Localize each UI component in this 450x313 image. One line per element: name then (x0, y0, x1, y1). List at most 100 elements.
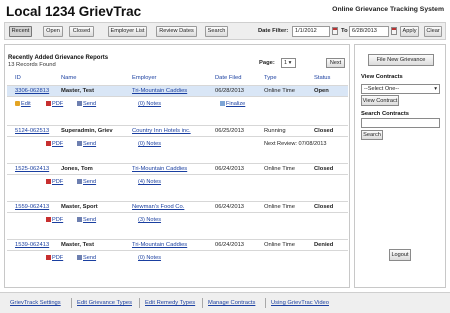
app-subtitle: Online Grievance Tracking System (332, 6, 444, 13)
report-id-link[interactable]: 1539-062413 (15, 242, 49, 248)
reports-heading: Recently Added Grievance Reports (8, 55, 109, 61)
logout-button[interactable]: Logout (389, 249, 411, 261)
send-link[interactable]: Send (77, 101, 96, 107)
grievance-type: Online Time (264, 204, 295, 210)
send-link[interactable]: Send (77, 141, 96, 147)
grievant-name: Master, Sport (61, 204, 98, 210)
grievant-name: Superadmin, Griev (61, 128, 113, 134)
footer-divider (202, 298, 203, 308)
notes-link[interactable]: (4) Notes (138, 179, 161, 185)
employer-link[interactable]: Tri-Mountain Caddies (132, 242, 187, 248)
toolbar: Recent Open Closed Employer List Review … (4, 22, 446, 40)
date-filed: 06/24/2013 (215, 204, 245, 210)
pdf-icon (46, 101, 51, 106)
employer-list-button[interactable]: Employer List (108, 26, 147, 37)
date-filed: 06/28/2013 (215, 88, 245, 94)
pdf-link[interactable]: PDF (46, 255, 63, 261)
table-row[interactable]: 1559-062413 Master, Sport Newman's Food … (7, 201, 348, 213)
sidebar: File New Grievance View Contracts --Sele… (354, 44, 446, 288)
footer-link-settings[interactable]: GrievTrack Settings (10, 300, 61, 306)
footer-divider (265, 298, 266, 308)
row-actions: Edit PDF Send (0) Notes Finalize (7, 99, 348, 111)
apply-button[interactable]: Apply (400, 26, 419, 37)
date-filed: 06/24/2013 (215, 242, 245, 248)
file-new-grievance-button[interactable]: File New Grievance (368, 54, 434, 66)
search-contracts-button[interactable]: Search (361, 130, 383, 140)
send-link[interactable]: Send (77, 179, 96, 185)
pdf-link[interactable]: PDF (46, 101, 63, 107)
pdf-icon (46, 255, 51, 260)
app-title: Local 1234 GrievTrac (6, 4, 142, 19)
calendar-icon[interactable] (391, 27, 397, 35)
grievance-type: Online Time (264, 88, 295, 94)
pdf-icon (46, 141, 51, 146)
from-date-input[interactable]: 1/1/2012 (292, 26, 330, 37)
report-id-link[interactable]: 3306-062813 (15, 88, 49, 94)
report-id-link[interactable]: 5124-062513 (15, 128, 49, 134)
pdf-link[interactable]: PDF (46, 217, 63, 223)
review-dates-button[interactable]: Review Dates (156, 26, 197, 37)
column-header-type[interactable]: Type (264, 75, 277, 81)
grievant-name: Jones, Tom (61, 166, 93, 172)
send-icon (77, 179, 82, 184)
table-row[interactable]: 3306-062813 Master, Test Tri-Mountain Ca… (7, 85, 348, 97)
employer-link[interactable]: Country Inn Hotels inc. (132, 128, 191, 134)
contract-select[interactable]: --Select One-- ▾ (361, 84, 440, 94)
table-row[interactable]: 1525-062413 Jones, Tom Tri-Mountain Cadd… (7, 163, 348, 175)
column-header-date-filed[interactable]: Date Filed (215, 75, 241, 81)
footer-link-remedy-types[interactable]: Edit Remedy Types (145, 300, 195, 306)
status-badge: Open (314, 88, 329, 94)
send-link[interactable]: Send (77, 255, 96, 261)
next-button[interactable]: Next (326, 58, 345, 68)
column-header-name[interactable]: Name (61, 75, 76, 81)
row-actions: PDF Send (4) Notes (7, 177, 348, 189)
employer-link[interactable]: Tri-Mountain Caddies (132, 166, 187, 172)
search-contracts-input[interactable] (361, 118, 440, 128)
recent-button[interactable]: Recent (9, 26, 32, 37)
send-icon (77, 101, 82, 106)
notes-link[interactable]: (0) Notes (138, 255, 161, 261)
closed-button[interactable]: Closed (69, 26, 94, 37)
search-button[interactable]: Search (205, 26, 228, 37)
notes-link[interactable]: (3) Notes (138, 217, 161, 223)
finalize-link[interactable]: Finalize (220, 101, 245, 107)
search-contracts-label: Search Contracts (361, 111, 410, 117)
calendar-icon[interactable] (332, 27, 338, 35)
view-contracts-label: View Contracts (361, 74, 403, 80)
chevron-down-icon: ▾ (434, 86, 437, 92)
grievance-type: Running (264, 128, 286, 134)
employer-link[interactable]: Tri-Mountain Caddies (132, 88, 187, 94)
footer-link-grievance-types[interactable]: Edit Grievance Types (77, 300, 132, 306)
pdf-link[interactable]: PDF (46, 141, 63, 147)
footer-link-video[interactable]: Using GrievTrac Video (271, 300, 329, 306)
notes-link[interactable]: (0) Notes (138, 141, 161, 147)
notes-link[interactable]: (0) Notes (138, 101, 161, 107)
column-header-id[interactable]: ID (15, 75, 21, 81)
status-badge: Closed (314, 204, 334, 210)
pdf-link[interactable]: PDF (46, 179, 63, 185)
table-row[interactable]: 5124-062513 Superadmin, Griev Country In… (7, 125, 348, 137)
table-row[interactable]: 1539-062413 Master, Test Tri-Mountain Ca… (7, 239, 348, 251)
page-label: Page: (259, 60, 275, 66)
to-date-input[interactable]: 6/28/2013 (349, 26, 389, 37)
send-icon (77, 255, 82, 260)
column-header-status[interactable]: Status (314, 75, 330, 81)
view-contract-button[interactable]: View Contract (361, 95, 399, 106)
footer-divider (139, 298, 140, 308)
edit-icon (15, 101, 20, 106)
report-id-link[interactable]: 1525-062413 (15, 166, 49, 172)
clear-button[interactable]: Clear (424, 26, 442, 37)
page-select[interactable]: 1 ▾ (281, 58, 296, 68)
column-header-employer[interactable]: Employer (132, 75, 156, 81)
employer-link[interactable]: Newman's Food Co. (132, 204, 184, 210)
open-button[interactable]: Open (43, 26, 63, 37)
page-value: 1 (284, 60, 288, 66)
send-icon (77, 217, 82, 222)
to-label: To (341, 28, 348, 34)
send-link[interactable]: Send (77, 217, 96, 223)
report-id-link[interactable]: 1559-062413 (15, 204, 49, 210)
send-icon (77, 141, 82, 146)
footer-nav: GrievTrack Settings Edit Grievance Types… (0, 292, 450, 313)
edit-link[interactable]: Edit (15, 101, 31, 107)
footer-link-manage-contracts[interactable]: Manage Contracts (208, 300, 255, 306)
